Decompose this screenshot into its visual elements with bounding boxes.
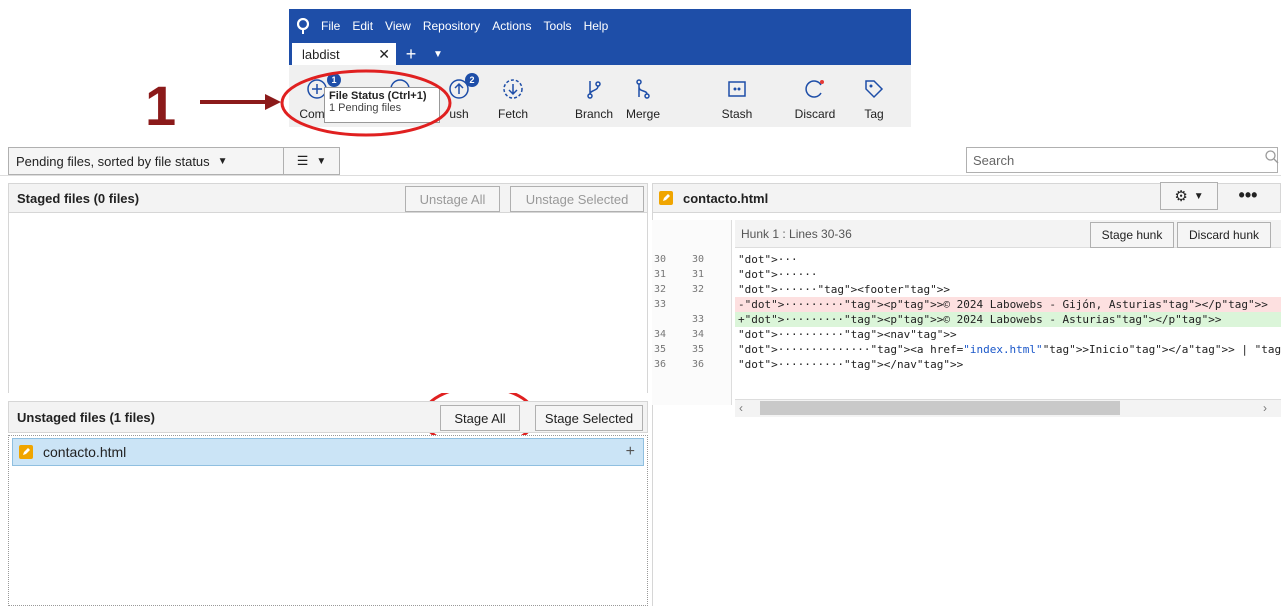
context-line: "dot">··· bbox=[738, 253, 798, 266]
new-line-number: 35 bbox=[692, 344, 705, 355]
modified-file-icon bbox=[19, 445, 33, 459]
list-item[interactable]: contacto.html + bbox=[12, 438, 644, 466]
chevron-down-icon: ▼ bbox=[316, 155, 327, 167]
old-line-number: 36 bbox=[654, 359, 667, 370]
hunk-title: Hunk 1 : Lines 30-36 bbox=[741, 226, 852, 241]
unstage-all-button[interactable]: Unstage All bbox=[405, 186, 500, 212]
stage-file-plus-icon[interactable]: + bbox=[626, 443, 635, 461]
new-line-number: 32 bbox=[692, 284, 705, 295]
old-line-number: 32 bbox=[654, 284, 667, 295]
view-mode-select[interactable]: ☰ ▼ bbox=[283, 147, 340, 175]
context-line: "dot">··········"tag"><nav"tag">> bbox=[738, 328, 957, 341]
added-line: +"dot">·········"tag"><p"tag">>© 2024 La… bbox=[735, 312, 1281, 327]
search-input[interactable]: Search bbox=[966, 147, 1278, 173]
scroll-left-icon[interactable]: ‹ bbox=[739, 401, 743, 415]
new-line-number: 30 bbox=[692, 254, 705, 265]
new-line-number: 36 bbox=[692, 359, 705, 370]
file-name: contacto.html bbox=[43, 444, 127, 460]
gear-icon: ⚙ bbox=[1174, 188, 1188, 205]
context-line: "dot">······"tag"><footer"tag">> bbox=[738, 283, 950, 296]
scrollbar-thumb[interactable] bbox=[760, 401, 1120, 415]
old-line-number: 30 bbox=[654, 254, 667, 265]
new-line-number: 31 bbox=[692, 269, 705, 280]
new-line-number: 33 bbox=[692, 314, 705, 325]
discard-hunk-button[interactable]: Discard hunk bbox=[1177, 222, 1271, 248]
old-line-number: 33 bbox=[654, 299, 667, 310]
sort-select[interactable]: Pending files, sorted by file status ▼ bbox=[8, 147, 287, 175]
list-view-icon: ☰ bbox=[296, 153, 309, 168]
staged-files-title: Staged files (0 files) bbox=[17, 190, 140, 206]
modified-file-icon bbox=[659, 191, 673, 205]
removed-line: -"dot">·········"tag"><p"tag">>© 2024 La… bbox=[735, 297, 1281, 312]
annotation-circle-1 bbox=[280, 69, 452, 137]
new-line-number: 34 bbox=[692, 329, 705, 340]
search-icon[interactable] bbox=[1264, 149, 1280, 165]
chevron-down-icon: ▼ bbox=[217, 155, 228, 167]
diff-options-button[interactable]: ⚙ ▼ bbox=[1160, 182, 1218, 210]
scroll-right-icon[interactable]: › bbox=[1263, 401, 1267, 415]
context-line: "dot">··············"tag"><a href="index… bbox=[738, 343, 1281, 356]
context-line: "dot">··········"tag"></nav"tag">> bbox=[738, 358, 964, 371]
old-line-number: 31 bbox=[654, 269, 667, 280]
staged-files-list bbox=[8, 213, 648, 393]
stage-selected-button[interactable]: Stage Selected bbox=[535, 405, 643, 431]
unstage-selected-button[interactable]: Unstage Selected bbox=[510, 186, 644, 212]
chevron-down-icon: ▼ bbox=[1193, 190, 1204, 202]
diff-file-name: contacto.html bbox=[683, 190, 769, 206]
stage-hunk-button[interactable]: Stage hunk bbox=[1090, 222, 1174, 248]
stage-all-button[interactable]: Stage All bbox=[440, 405, 520, 431]
annotation-number-1: 1 bbox=[145, 74, 177, 137]
sort-select-value: Pending files, sorted by file status bbox=[16, 153, 210, 169]
unstaged-files-title: Unstaged files (1 files) bbox=[17, 409, 155, 425]
more-options-icon[interactable]: ••• bbox=[1226, 182, 1270, 208]
context-line: "dot">······ bbox=[738, 268, 818, 281]
old-line-number: 35 bbox=[654, 344, 667, 355]
old-line-number: 34 bbox=[654, 329, 667, 340]
annotation-arrowhead-1 bbox=[265, 94, 281, 110]
